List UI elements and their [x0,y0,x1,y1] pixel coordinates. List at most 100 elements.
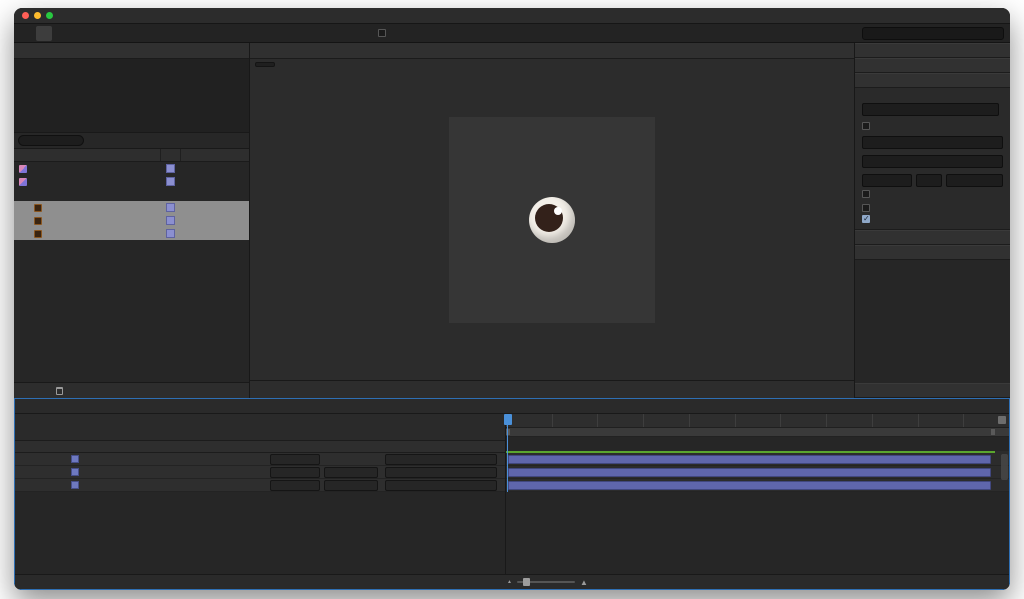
project-list-header [14,149,249,162]
effects-presets-panel-header[interactable] [855,230,1010,245]
timeline-track-area [504,414,1009,574]
layer-color-chip[interactable] [71,481,79,489]
zoom-window-button[interactable] [46,12,53,19]
project-row-comp-2[interactable] [14,175,249,188]
composition-viewer[interactable] [250,59,854,380]
eraser-tool[interactable] [212,26,228,41]
blend-mode-dropdown[interactable] [270,479,320,491]
layer-row-3[interactable] [15,479,505,492]
project-search-input[interactable] [18,135,84,146]
vector-footage-icon [34,216,42,225]
composition-canvas [449,116,655,323]
composition-panel [250,43,854,398]
skip-dropdown[interactable] [916,174,942,187]
preview-resolution-dropdown[interactable] [946,174,1003,187]
layer-row-2[interactable] [15,466,505,479]
time-ruler[interactable] [506,414,1009,428]
layer-duration-bar[interactable] [508,467,991,477]
layer-row-1[interactable] [15,453,505,466]
project-row-folder[interactable] [14,188,249,201]
zoom-slider[interactable] [516,578,575,586]
clone-stamp-tool[interactable] [196,26,212,41]
cache-before-playback-checkbox[interactable] [862,122,870,130]
timeline-column-header [15,440,505,453]
ruler-label [506,414,552,427]
selection-tool[interactable] [36,25,52,41]
snapping-checkbox[interactable] [378,29,386,37]
playhead[interactable] [504,414,512,492]
zoom-out-mountain-icon[interactable]: ▲ [507,579,512,585]
blend-mode-dropdown[interactable] [270,466,320,478]
track-matte-dropdown[interactable] [324,479,378,491]
home-button[interactable] [20,26,36,41]
project-footer [14,382,249,398]
project-row-ai-1[interactable] [14,201,249,214]
preview-panel-header[interactable] [855,73,1010,88]
layer-color-chip[interactable] [71,455,79,463]
playhead-handle[interactable] [504,414,512,425]
camera-orbit-tool[interactable] [100,26,116,41]
rotate-tool[interactable] [84,26,100,41]
item-type [180,175,249,188]
align-panel-header[interactable] [855,245,1010,260]
project-row-comp-1[interactable] [14,162,249,175]
project-item-list [14,162,249,382]
minimize-window-button[interactable] [34,12,41,19]
delete-trash-icon[interactable] [56,386,63,395]
zoom-slider-thumb[interactable] [522,578,530,586]
pen-tool[interactable] [148,26,164,41]
parent-dropdown[interactable] [385,453,497,465]
info-panel-header[interactable] [855,43,1010,58]
tadpole-egg-artwork [529,196,575,243]
puppet-pin-tool[interactable] [244,26,260,41]
full-screen-checkbox[interactable] [862,190,870,198]
zoom-tool[interactable] [68,26,84,41]
range-dropdown[interactable] [862,136,1003,149]
project-row-ai-2[interactable] [14,214,249,227]
track-matte-dropdown[interactable] [324,466,378,478]
label-color-chip[interactable] [165,229,175,238]
shortcut-dropdown[interactable] [862,103,999,116]
viewer-toolbar [250,380,854,398]
work-area-bar[interactable] [506,428,1009,437]
blend-mode-dropdown[interactable] [270,453,320,465]
brush-tool[interactable] [180,26,196,41]
project-panel-tab[interactable] [14,43,249,59]
help-search-input[interactable] [862,26,1004,40]
ruler-label [734,414,781,427]
parent-dropdown[interactable] [385,479,497,491]
play-from-dropdown[interactable] [862,155,1003,168]
layer-track-3 [506,479,1009,492]
frame-rate-dropdown[interactable] [862,174,912,187]
shape-tool[interactable] [132,26,148,41]
label-column-header[interactable] [160,149,180,161]
ruler-label [917,414,964,427]
layer-track-1 [506,453,1009,466]
composition-tab-row [250,43,854,59]
label-color-chip[interactable] [165,203,175,212]
if-caching-checkbox[interactable] [862,204,870,212]
close-window-button[interactable] [22,12,29,19]
viewer-composition-tab[interactable] [255,62,275,67]
parent-dropdown[interactable] [385,466,497,478]
move-time-checkbox[interactable] [862,214,870,223]
pan-behind-tool[interactable] [116,26,132,41]
zoom-in-mountain-icon[interactable]: ▲ [580,578,588,587]
label-color-chip[interactable] [165,164,175,173]
libraries-panel-header[interactable] [855,383,1010,398]
hand-tool[interactable] [52,26,68,41]
snapping-group [378,29,398,37]
layer-duration-bar[interactable] [508,480,991,490]
label-color-chip[interactable] [165,216,175,225]
project-row-ai-3[interactable] [14,227,249,240]
layer-duration-bar[interactable] [508,454,991,464]
layer-color-chip[interactable] [71,468,79,476]
text-tool[interactable] [164,26,180,41]
roto-brush-tool[interactable] [228,26,244,41]
project-preview-well [14,59,249,133]
comp-marker-bin[interactable] [998,416,1006,424]
label-color-chip[interactable] [165,177,175,186]
egg-highlight [554,206,562,215]
audio-panel-header[interactable] [855,58,1010,73]
vertical-scrollbar-thumb[interactable] [1001,454,1008,480]
